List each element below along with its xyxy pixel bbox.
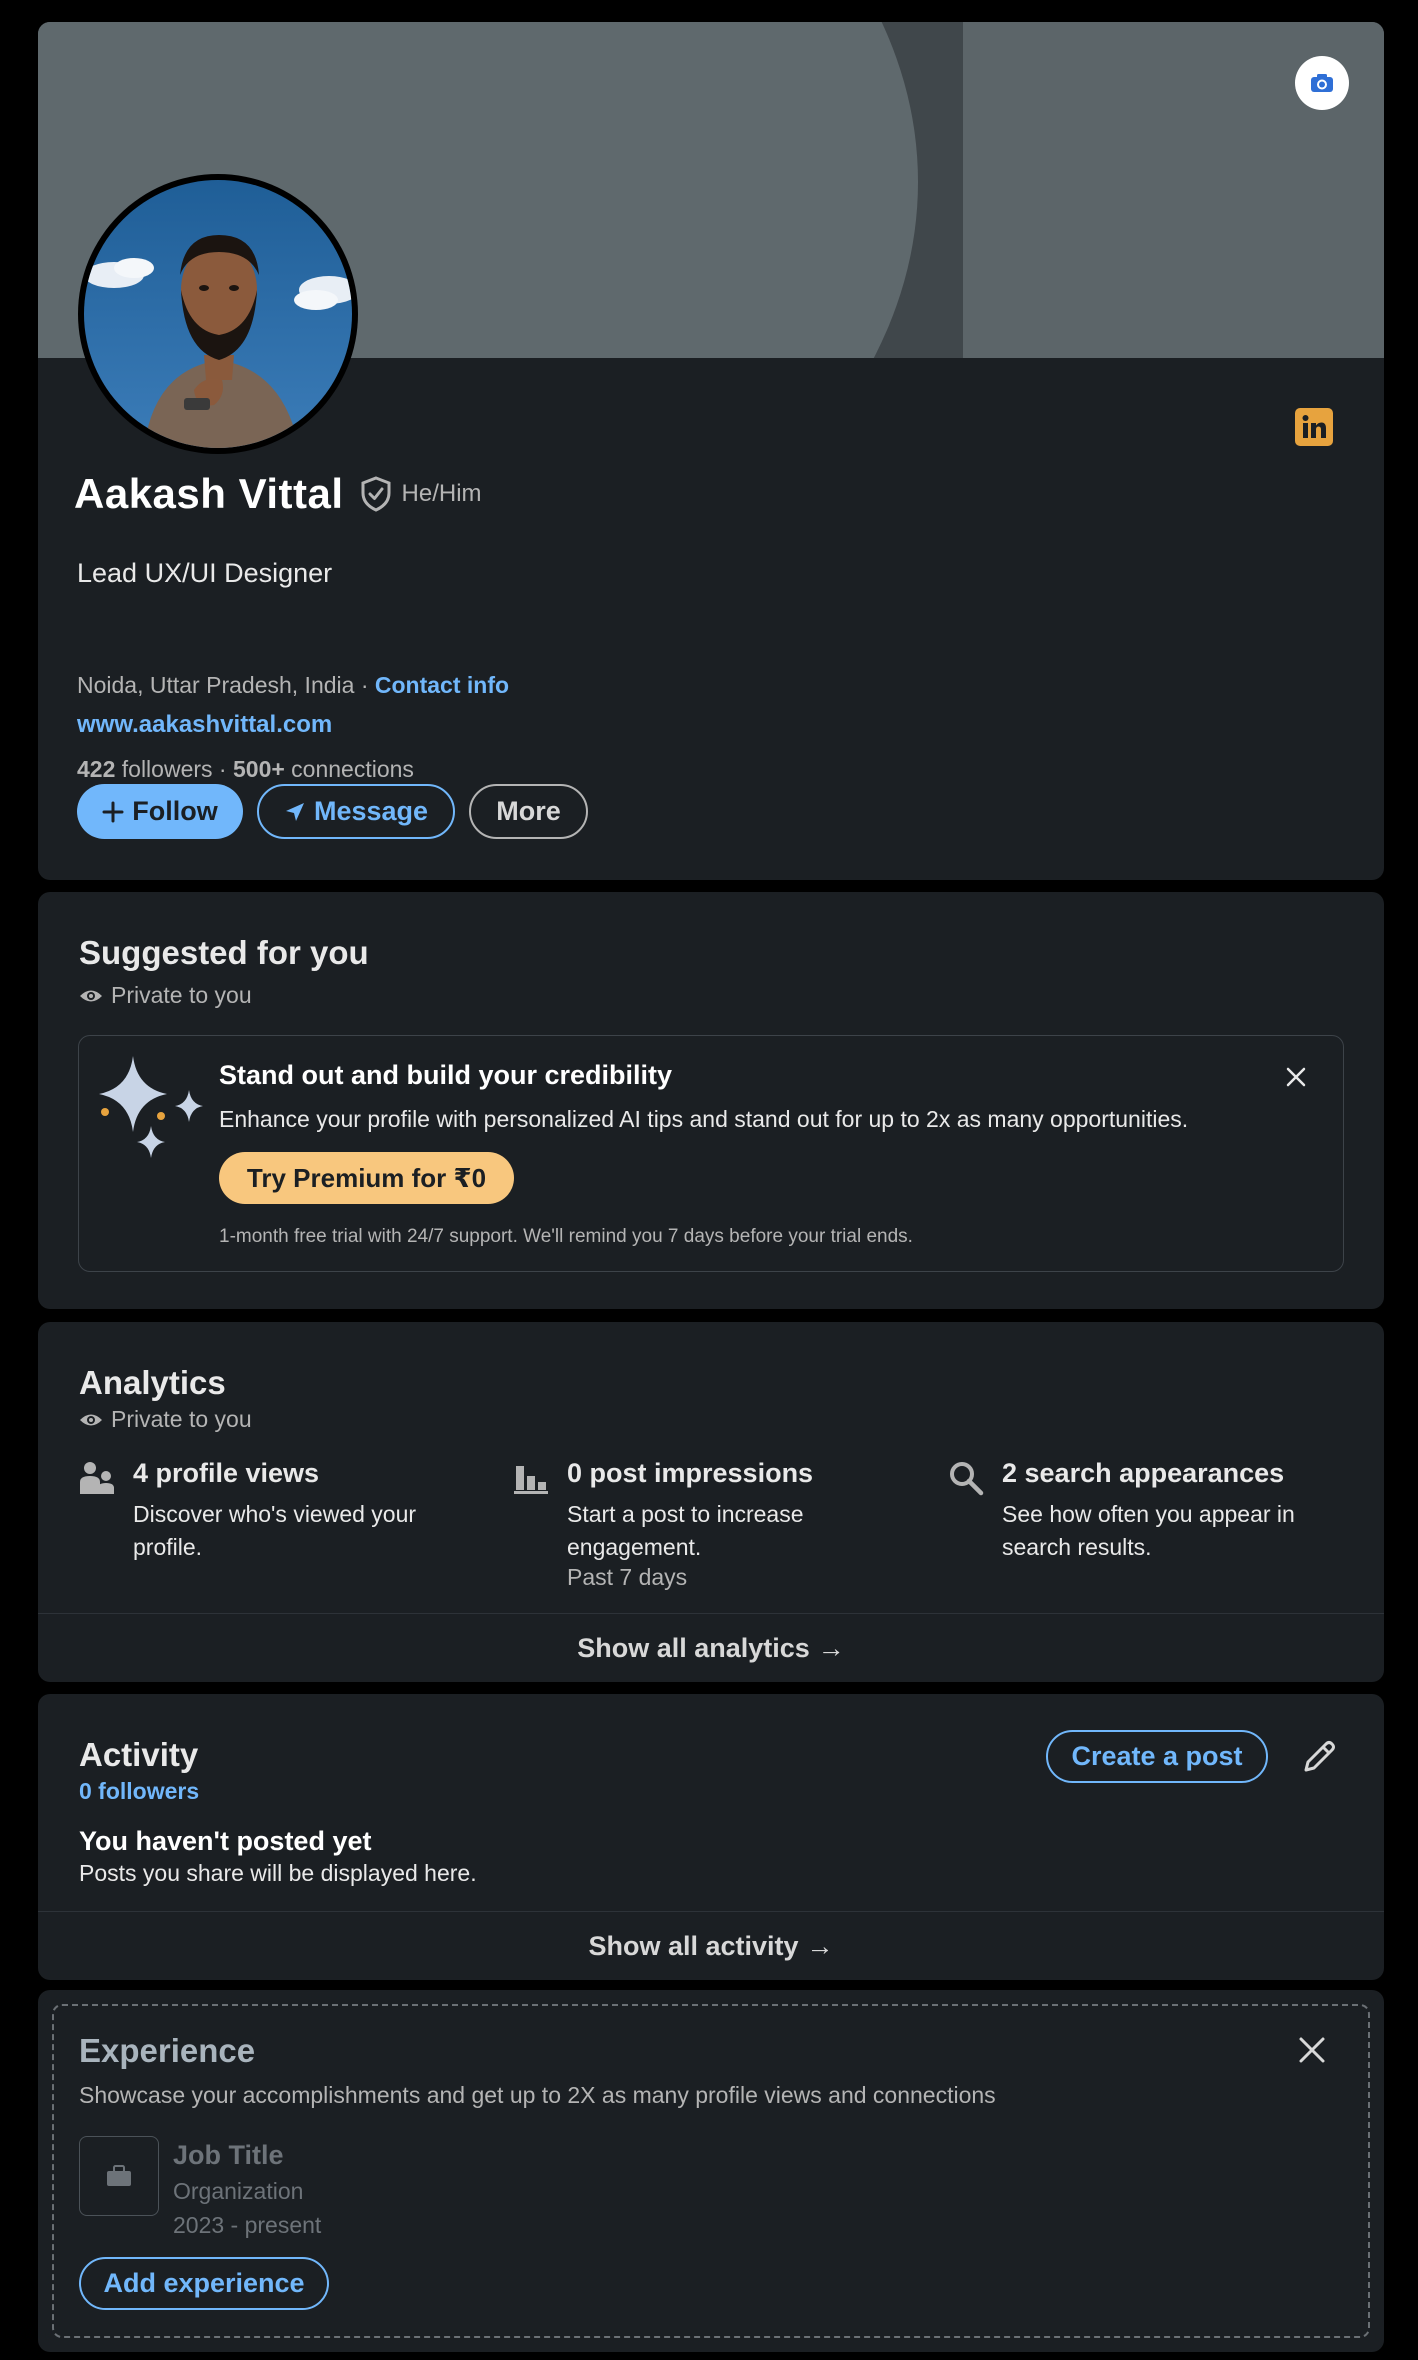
- pencil-icon[interactable]: [1300, 1738, 1338, 1776]
- eye-icon: [80, 990, 102, 1001]
- stat-title: 2 search appearances: [1002, 1458, 1285, 1488]
- private-note: Private to you: [79, 1406, 252, 1433]
- section-title: Suggested for you: [79, 934, 369, 971]
- organization-placeholder: Organization: [173, 2178, 304, 2204]
- stat-title: 0 post impressions: [567, 1458, 814, 1488]
- show-all-analytics-button[interactable]: Show all analytics →: [38, 1613, 1384, 1682]
- contact-info-link[interactable]: Contact info: [375, 672, 509, 698]
- search-icon: [950, 1462, 984, 1496]
- activity-card: Activity 0 followers Create a post You h…: [38, 1694, 1384, 1980]
- briefcase-icon: [107, 2165, 131, 2186]
- people-icon: [80, 1462, 114, 1494]
- message-button[interactable]: Message: [257, 784, 455, 839]
- private-note: Private to you: [79, 982, 252, 1009]
- show-all-activity-button[interactable]: Show all activity →: [38, 1911, 1384, 1980]
- followers-label: followers: [115, 756, 213, 782]
- website-link[interactable]: www.aakashvittal.com: [77, 711, 332, 739]
- section-description: Showcase your accomplishments and get up…: [79, 2082, 996, 2108]
- date-range-placeholder: 2023 - present: [173, 2212, 322, 2238]
- analytics-card: Analytics Private to you 4 profile views…: [38, 1322, 1384, 1682]
- promo-description: Enhance your profile with personalized A…: [219, 1106, 1189, 1132]
- stat-description: Start a post to increase engagement.: [567, 1501, 804, 1560]
- create-post-button[interactable]: Create a post: [1046, 1730, 1268, 1783]
- suggested-card: Suggested for you Private to you Stand o…: [38, 892, 1384, 1309]
- private-label: Private to you: [111, 982, 252, 1008]
- promo-note: 1-month free trial with 24/7 support. We…: [219, 1226, 913, 1247]
- location: Noida, Uttar Pradesh, India: [77, 672, 355, 698]
- network-stats: 422 followers · 500+ connections: [77, 756, 414, 783]
- bar-chart-icon: [514, 1466, 548, 1494]
- profile-name: Aakash Vittal: [74, 470, 344, 517]
- profile-actions: Follow Message More: [77, 784, 588, 839]
- profile-photo: [84, 180, 352, 448]
- arrow-right-icon: →: [806, 1930, 834, 1961]
- stat-title: 4 profile views: [133, 1458, 320, 1488]
- name-row: Aakash Vittal He/Him: [74, 470, 482, 518]
- follow-label: Follow: [132, 796, 218, 826]
- connections-label[interactable]: connections: [285, 756, 414, 782]
- location-row: Noida, Uttar Pradesh, India · Contact in…: [77, 672, 509, 699]
- sparkles-icon: [99, 1056, 203, 1158]
- more-label: More: [496, 796, 561, 826]
- avatar[interactable]: [78, 174, 358, 454]
- verified-shield-icon[interactable]: [360, 476, 392, 512]
- add-experience-button[interactable]: Add experience: [79, 2257, 329, 2310]
- arrow-right-icon: →: [817, 1632, 845, 1663]
- headline: Lead UX/UI Designer: [77, 558, 333, 588]
- connections-separator: ·: [212, 756, 233, 782]
- footer-label: Show all activity: [588, 1930, 799, 1961]
- connections-count[interactable]: 500+: [233, 756, 285, 782]
- section-title: Analytics: [79, 1364, 226, 1401]
- private-label: Private to you: [111, 1406, 252, 1432]
- section-title: Experience: [79, 2032, 256, 2069]
- premium-promo: Stand out and build your credibility Enh…: [78, 1035, 1344, 1272]
- eye-icon: [80, 1414, 102, 1425]
- empty-state-title: You haven't posted yet: [79, 1826, 372, 1856]
- empty-state-description: Posts you share will be displayed here.: [79, 1860, 477, 1886]
- stat-description: See how often you appear in search resul…: [1002, 1501, 1295, 1560]
- experience-card: Experience Showcase your accomplishments…: [38, 1990, 1384, 2352]
- followers-link[interactable]: 0 followers: [79, 1778, 199, 1805]
- stat-description: Discover who's viewed your profile.: [133, 1501, 417, 1560]
- stat-timeframe: Past 7 days: [567, 1564, 688, 1590]
- promo-title: Stand out and build your credibility: [219, 1060, 673, 1090]
- edit-banner-button[interactable]: [1295, 56, 1349, 110]
- more-button[interactable]: More: [469, 784, 588, 839]
- job-title-placeholder: Job Title: [173, 2140, 284, 2170]
- location-separator: ·: [354, 672, 375, 698]
- follow-button[interactable]: Follow: [77, 784, 243, 839]
- try-premium-button[interactable]: Try Premium for ₹0: [219, 1152, 514, 1204]
- linkedin-icon: [1295, 408, 1333, 446]
- followers-count: 422: [77, 756, 116, 782]
- profile-card: Aakash Vittal He/Him Lead UX/UI Designer…: [38, 22, 1384, 880]
- message-label: Message: [313, 796, 429, 826]
- send-icon: [285, 802, 304, 821]
- organization-logo-placeholder: [79, 2136, 159, 2216]
- section-title: Activity: [79, 1736, 199, 1773]
- footer-label: Show all analytics: [577, 1632, 810, 1663]
- close-icon[interactable]: [1281, 1062, 1311, 1092]
- pronouns: He/Him: [401, 480, 482, 507]
- close-icon[interactable]: [1294, 2032, 1330, 2068]
- plus-icon: [102, 801, 124, 822]
- camera-icon: [1311, 74, 1333, 92]
